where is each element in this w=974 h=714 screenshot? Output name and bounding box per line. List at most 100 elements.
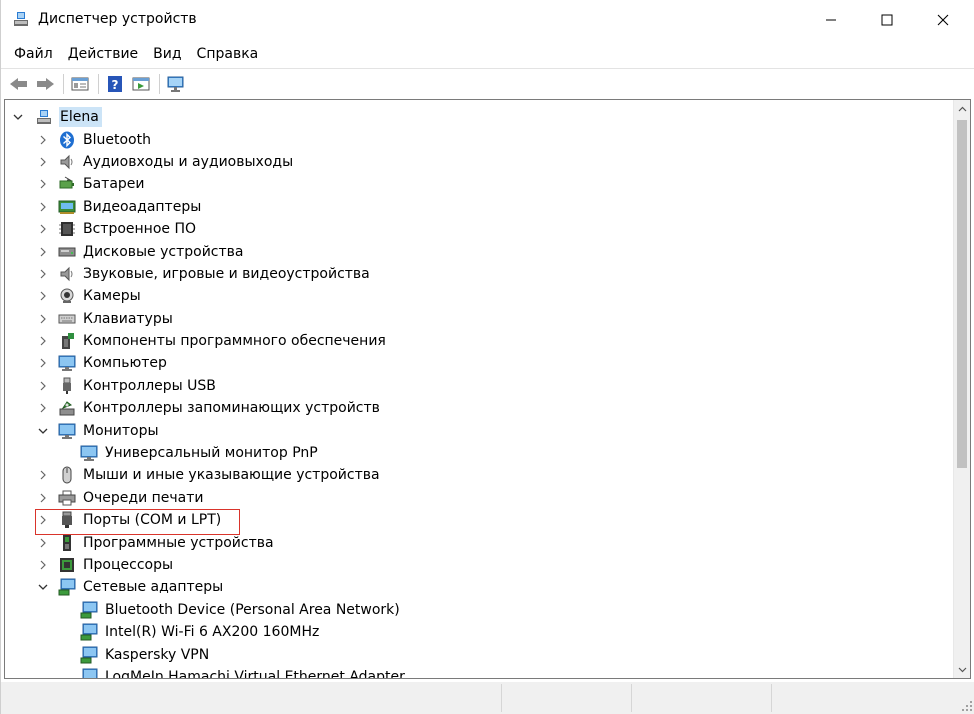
- chevron-right-icon[interactable]: [36, 155, 50, 169]
- tree-item-display-adapters[interactable]: Видеоадаптеры: [5, 196, 947, 218]
- menu-help[interactable]: Справка: [190, 42, 267, 66]
- tree-item-keyboards[interactable]: Клавиатуры: [5, 308, 947, 330]
- properties-button[interactable]: [68, 72, 92, 96]
- computer-root-icon: [35, 108, 53, 126]
- tree-item-label: Универсальный монитор PnP: [105, 445, 318, 462]
- tree-item-label: Контроллеры USB: [83, 377, 216, 394]
- update-driver-button[interactable]: [129, 72, 153, 96]
- device-manager-icon: [13, 11, 29, 27]
- tree-child-intel-wifi[interactable]: Intel(R) Wi-Fi 6 AX200 160MHz: [5, 621, 947, 643]
- help-button[interactable]: ?: [103, 72, 127, 96]
- chevron-right-icon[interactable]: [36, 267, 50, 281]
- device-manager-window: Диспетчер устройств Файл Действие Вид Сп…: [0, 0, 974, 714]
- storage-controller-icon: [58, 399, 76, 417]
- tree-item-software-components[interactable]: Компоненты программного обеспечения: [5, 330, 947, 352]
- chevron-right-icon[interactable]: [36, 401, 50, 415]
- network-adapter-icon: [80, 646, 98, 664]
- chevron-right-icon[interactable]: [36, 334, 50, 348]
- network-adapter-icon: [58, 578, 76, 596]
- chevron-down-icon[interactable]: [36, 580, 50, 594]
- tree-item-firmware[interactable]: Встроенное ПО: [5, 218, 947, 240]
- highlight-box: [35, 509, 240, 535]
- back-button[interactable]: [7, 72, 31, 96]
- tree-item-network-adapters[interactable]: Сетевые адаптеры: [5, 576, 947, 598]
- scan-hardware-button[interactable]: [164, 72, 188, 96]
- chevron-right-icon[interactable]: [36, 222, 50, 236]
- scroll-thumb[interactable]: [957, 120, 967, 468]
- tree-item-label: Сетевые адаптеры: [83, 579, 224, 596]
- tree-item-audio-inputs-outputs[interactable]: Аудиовходы и аудиовыходы: [5, 151, 947, 173]
- toolbar-separator: [159, 73, 160, 94]
- menu-action[interactable]: Действие: [61, 42, 146, 66]
- tree-child-bluetooth-pan[interactable]: Bluetooth Device (Personal Area Network): [5, 599, 947, 621]
- resize-grip-icon[interactable]: [961, 700, 973, 712]
- tree-item-mice[interactable]: Мыши и иные указывающие устройства: [5, 464, 947, 486]
- chevron-right-icon[interactable]: [36, 245, 50, 259]
- chevron-right-icon[interactable]: [36, 177, 50, 191]
- close-icon: [937, 14, 949, 26]
- device-tree[interactable]: Elena Bluetooth Аудиовходы и аудиовыходы…: [4, 99, 971, 679]
- chevron-down-icon[interactable]: [36, 424, 50, 438]
- help-icon: ?: [108, 75, 122, 92]
- monitor-icon: [80, 444, 98, 462]
- tree-item-label: Компоненты программного обеспечения: [83, 333, 386, 350]
- tree-item-cameras[interactable]: Камеры: [5, 285, 947, 307]
- monitor-icon: [58, 422, 76, 440]
- toolbar-separator: [63, 73, 64, 94]
- tree-item-label: Bluetooth Device (Personal Area Network): [105, 601, 400, 618]
- close-button[interactable]: [915, 0, 971, 40]
- chevron-down-icon[interactable]: [11, 110, 25, 124]
- tree-child-hamachi-adapter[interactable]: LogMeIn Hamachi Virtual Ethernet Adapter: [5, 666, 947, 679]
- network-adapter-icon: [80, 623, 98, 641]
- scan-hardware-icon: [167, 76, 184, 92]
- vertical-scrollbar[interactable]: [953, 100, 970, 678]
- tree-item-label: Bluetooth: [83, 131, 151, 148]
- tree-root[interactable]: Elena: [5, 106, 947, 128]
- minimize-icon: [826, 19, 836, 21]
- minimize-button[interactable]: [803, 0, 859, 40]
- tree-item-bluetooth[interactable]: Bluetooth: [5, 128, 947, 150]
- chevron-right-icon[interactable]: [36, 356, 50, 370]
- tree-item-sound-video-game[interactable]: Звуковые, игровые и видеоустройства: [5, 263, 947, 285]
- chevron-right-icon[interactable]: [36, 536, 50, 550]
- tree-item-label: LogMeIn Hamachi Virtual Ethernet Adapter: [105, 668, 405, 679]
- tree-item-monitors[interactable]: Мониторы: [5, 419, 947, 441]
- chevron-right-icon[interactable]: [36, 379, 50, 393]
- tree-item-disk-drives[interactable]: Дисковые устройства: [5, 240, 947, 262]
- chevron-right-icon[interactable]: [36, 558, 50, 572]
- scroll-down-button[interactable]: [954, 661, 970, 678]
- maximize-button[interactable]: [859, 0, 915, 40]
- back-icon: [10, 77, 27, 90]
- tree-item-batteries[interactable]: Батареи: [5, 173, 947, 195]
- tree-item-label: Kaspersky VPN: [105, 646, 210, 663]
- chevron-right-icon[interactable]: [36, 312, 50, 326]
- menu-view[interactable]: Вид: [146, 42, 189, 66]
- tree-item-storage-controllers[interactable]: Контроллеры запоминающих устройств: [5, 397, 947, 419]
- device-tree-list: Elena Bluetooth Аудиовходы и аудиовыходы…: [5, 106, 947, 679]
- chevron-right-icon[interactable]: [36, 289, 50, 303]
- tree-child-kaspersky-vpn[interactable]: Kaspersky VPN: [5, 643, 947, 665]
- software-device-icon: [58, 534, 76, 552]
- firmware-icon: [58, 220, 76, 238]
- chevron-right-icon[interactable]: [36, 491, 50, 505]
- tree-item-computer[interactable]: Компьютер: [5, 352, 947, 374]
- title-bar[interactable]: Диспетчер устройств: [1, 0, 974, 40]
- disk-icon: [58, 243, 76, 261]
- forward-button[interactable]: [33, 72, 57, 96]
- status-divider: [631, 684, 632, 712]
- tree-item-print-queues[interactable]: Очереди печати: [5, 487, 947, 509]
- chevron-right-icon[interactable]: [36, 133, 50, 147]
- scroll-up-button[interactable]: [954, 100, 970, 117]
- tree-item-label: Компьютер: [83, 355, 167, 372]
- tree-item-label: Встроенное ПО: [83, 221, 197, 238]
- menu-file[interactable]: Файл: [1, 42, 61, 66]
- window-title: Диспетчер устройств: [38, 11, 197, 27]
- tree-item-usb-controllers[interactable]: Контроллеры USB: [5, 375, 947, 397]
- toolbar-separator: [98, 73, 99, 94]
- chevron-right-icon[interactable]: [36, 468, 50, 482]
- tree-item-processors[interactable]: Процессоры: [5, 554, 947, 576]
- chevron-right-icon[interactable]: [36, 200, 50, 214]
- printer-icon: [58, 489, 76, 507]
- tree-item-label: Программные устройства: [83, 534, 274, 551]
- tree-child-generic-pnp-monitor[interactable]: Универсальный монитор PnP: [5, 442, 947, 464]
